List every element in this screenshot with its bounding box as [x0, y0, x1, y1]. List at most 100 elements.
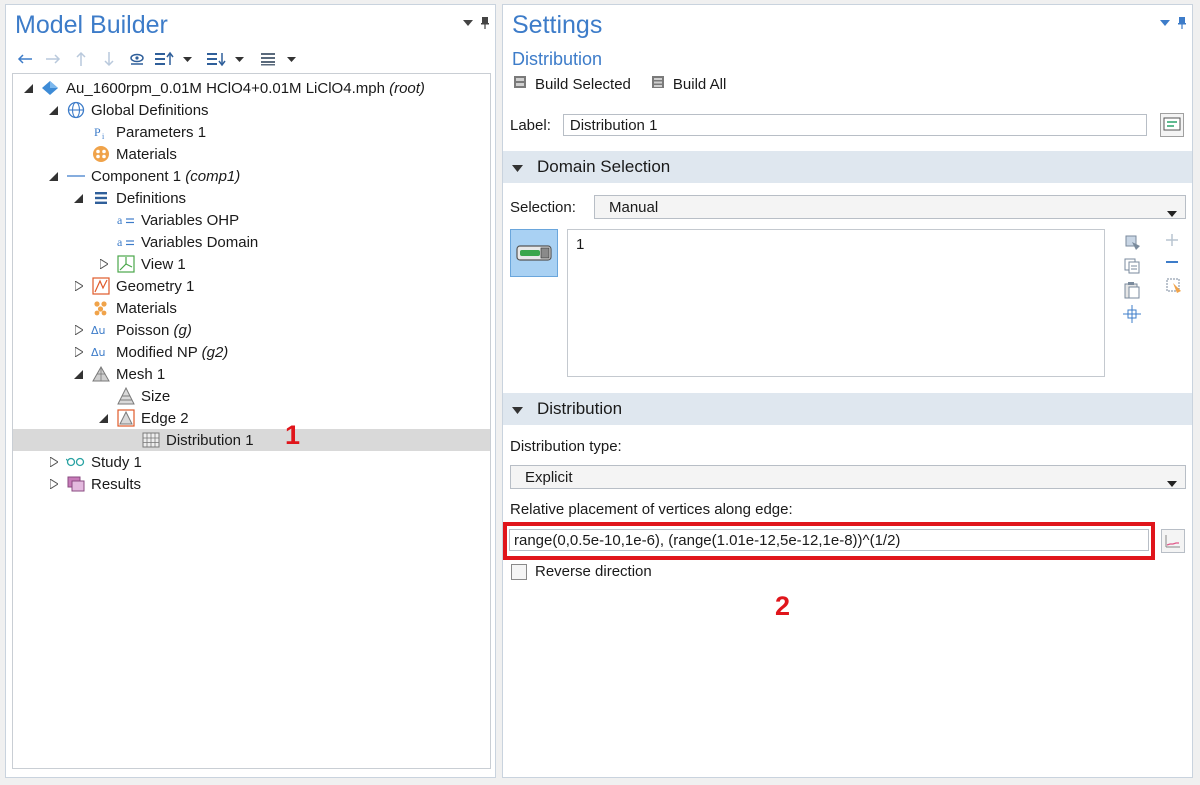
label-edit-icon[interactable] [1160, 113, 1184, 141]
distribution-icon [141, 431, 161, 449]
panel-menu-icon[interactable] [463, 20, 473, 26]
expand-triangle-icon[interactable] [74, 347, 84, 357]
collapse-triangle-icon[interactable] [73, 369, 83, 379]
clear-selection-icon[interactable] [1165, 277, 1183, 295]
clipboard-icon[interactable] [1123, 281, 1141, 299]
collapse-triangle-icon[interactable] [73, 193, 83, 203]
panel-controls [463, 17, 489, 29]
collapse-triangle-icon[interactable] [48, 105, 58, 115]
tree-node-results[interactable]: Results [13, 473, 490, 495]
expand-triangle-icon[interactable] [49, 479, 59, 489]
svg-text:Δu: Δu [91, 346, 106, 359]
reverse-direction-row[interactable]: Reverse direction [511, 563, 652, 580]
active-toggle-button[interactable] [510, 229, 558, 277]
distribution-type-value: Explicit [525, 468, 573, 486]
label-key: Label: [510, 116, 551, 134]
tree-label: Variables OHP [141, 211, 240, 229]
build-selected-button[interactable]: Build Selected [513, 75, 631, 93]
tree-node-component[interactable]: Component 1 (comp1) [13, 165, 490, 187]
component-icon [66, 167, 86, 185]
remove-icon[interactable] [1165, 255, 1183, 269]
collapse-triangle-icon[interactable] [98, 413, 108, 423]
tree-label: Modified NP [116, 343, 198, 361]
tree-label: Mesh 1 [116, 365, 166, 383]
panel-menu-icon[interactable] [1160, 20, 1170, 26]
mesh-icon [91, 365, 111, 383]
tree-tag: (comp1) [185, 167, 241, 185]
show-icon[interactable] [126, 49, 148, 69]
distribution-header[interactable]: Distribution [503, 393, 1192, 425]
tree-label: Component 1 [91, 167, 182, 185]
expand-icon[interactable] [206, 49, 228, 69]
tree-node-global-definitions[interactable]: Global Definitions [13, 99, 490, 121]
zoom-to-selection-icon[interactable] [1123, 305, 1141, 323]
expand-triangle-icon[interactable] [49, 457, 59, 467]
tree-label: Parameters 1 [116, 123, 207, 141]
tree-node-mesh[interactable]: Mesh 1 [13, 363, 490, 385]
tree-node-parameters[interactable]: Pi Parameters 1 [13, 121, 490, 143]
copy-selection-icon[interactable] [1123, 257, 1141, 275]
vertices-field[interactable]: range(0,0.5e-10,1e-6), (range(1.01e-12,5… [509, 529, 1149, 551]
section-collapse-icon [512, 401, 523, 418]
tree-label: Geometry 1 [116, 277, 195, 295]
model-builder-title: Model Builder [15, 11, 168, 39]
collapse-triangle-icon[interactable] [48, 171, 58, 181]
back-arrow-icon[interactable] [14, 49, 36, 69]
selection-list[interactable]: 1 [567, 229, 1105, 377]
tree-node-definitions[interactable]: Definitions [13, 187, 490, 209]
expand-triangle-icon[interactable] [99, 259, 109, 269]
physics-icon: Δu [91, 321, 111, 339]
build-all-label: Build All [672, 75, 727, 93]
selection-dropdown[interactable]: Manual [594, 195, 1186, 219]
sort-icon[interactable] [154, 49, 176, 69]
expand-dropdown-icon[interactable] [234, 49, 244, 69]
materials-icon [91, 299, 111, 317]
pin-icon[interactable] [481, 17, 489, 29]
tree-tag: (g) [173, 321, 192, 339]
globe-icon [66, 101, 86, 119]
forward-arrow-icon[interactable] [42, 49, 64, 69]
reverse-direction-checkbox[interactable] [511, 563, 527, 580]
tree-node-modified-np[interactable]: Δu Modified NP (g2) [13, 341, 490, 363]
label-field[interactable]: Distribution 1 [562, 114, 1147, 136]
tree-node-distribution[interactable]: Distribution 1 [13, 429, 490, 451]
view-options-icon[interactable] [258, 49, 280, 69]
tree-node-variables-domain[interactable]: a Variables Domain [13, 231, 490, 253]
svg-text:Δu: Δu [91, 324, 106, 337]
build-all-button[interactable]: Build All [651, 75, 726, 93]
svg-text:P: P [94, 125, 101, 139]
collapse-triangle-icon[interactable] [23, 83, 33, 93]
model-tree: Au_1600rpm_0.01M HClO4+0.01M LiClO4.mph … [12, 73, 491, 769]
view-options-dropdown-icon[interactable] [286, 49, 296, 69]
add-icon[interactable] [1165, 233, 1183, 247]
parameters-icon: Pi [91, 123, 111, 141]
move-up-icon[interactable] [70, 49, 92, 69]
sort-dropdown-icon[interactable] [182, 49, 192, 69]
distribution-type-dropdown[interactable]: Explicit [510, 465, 1186, 489]
tree-node-poisson[interactable]: Δu Poisson (g) [13, 319, 490, 341]
pin-icon[interactable] [1178, 17, 1186, 29]
paste-selection-icon[interactable] [1123, 233, 1141, 251]
tree-node-edge[interactable]: Edge 2 [13, 407, 490, 429]
tree-label: View 1 [141, 255, 186, 273]
tree-node-root[interactable]: Au_1600rpm_0.01M HClO4+0.01M LiClO4.mph … [13, 77, 490, 99]
tree-node-view[interactable]: View 1 [13, 253, 490, 275]
tree-label: Results [91, 475, 142, 493]
tree-node-global-materials[interactable]: Materials [13, 143, 490, 165]
annotation-2: 2 [775, 591, 791, 621]
plot-preview-icon[interactable] [1161, 529, 1185, 557]
tree-node-geometry[interactable]: Geometry 1 [13, 275, 490, 297]
label-row: Label: Distribution 1 [510, 114, 1147, 136]
tree-node-size[interactable]: Size [13, 385, 490, 407]
domain-selection-header[interactable]: Domain Selection [503, 151, 1192, 183]
expand-triangle-icon[interactable] [74, 325, 84, 335]
move-down-icon[interactable] [98, 49, 120, 69]
tree-node-variables-ohp[interactable]: a Variables OHP [13, 209, 490, 231]
selection-list-item[interactable]: 1 [576, 236, 1096, 253]
variables-icon: a [116, 211, 136, 229]
distribution-type-key: Distribution type: [510, 438, 622, 455]
reverse-direction-label: Reverse direction [535, 563, 652, 580]
expand-triangle-icon[interactable] [74, 281, 84, 291]
tree-node-study[interactable]: Study 1 [13, 451, 490, 473]
tree-node-component-materials[interactable]: Materials [13, 297, 490, 319]
